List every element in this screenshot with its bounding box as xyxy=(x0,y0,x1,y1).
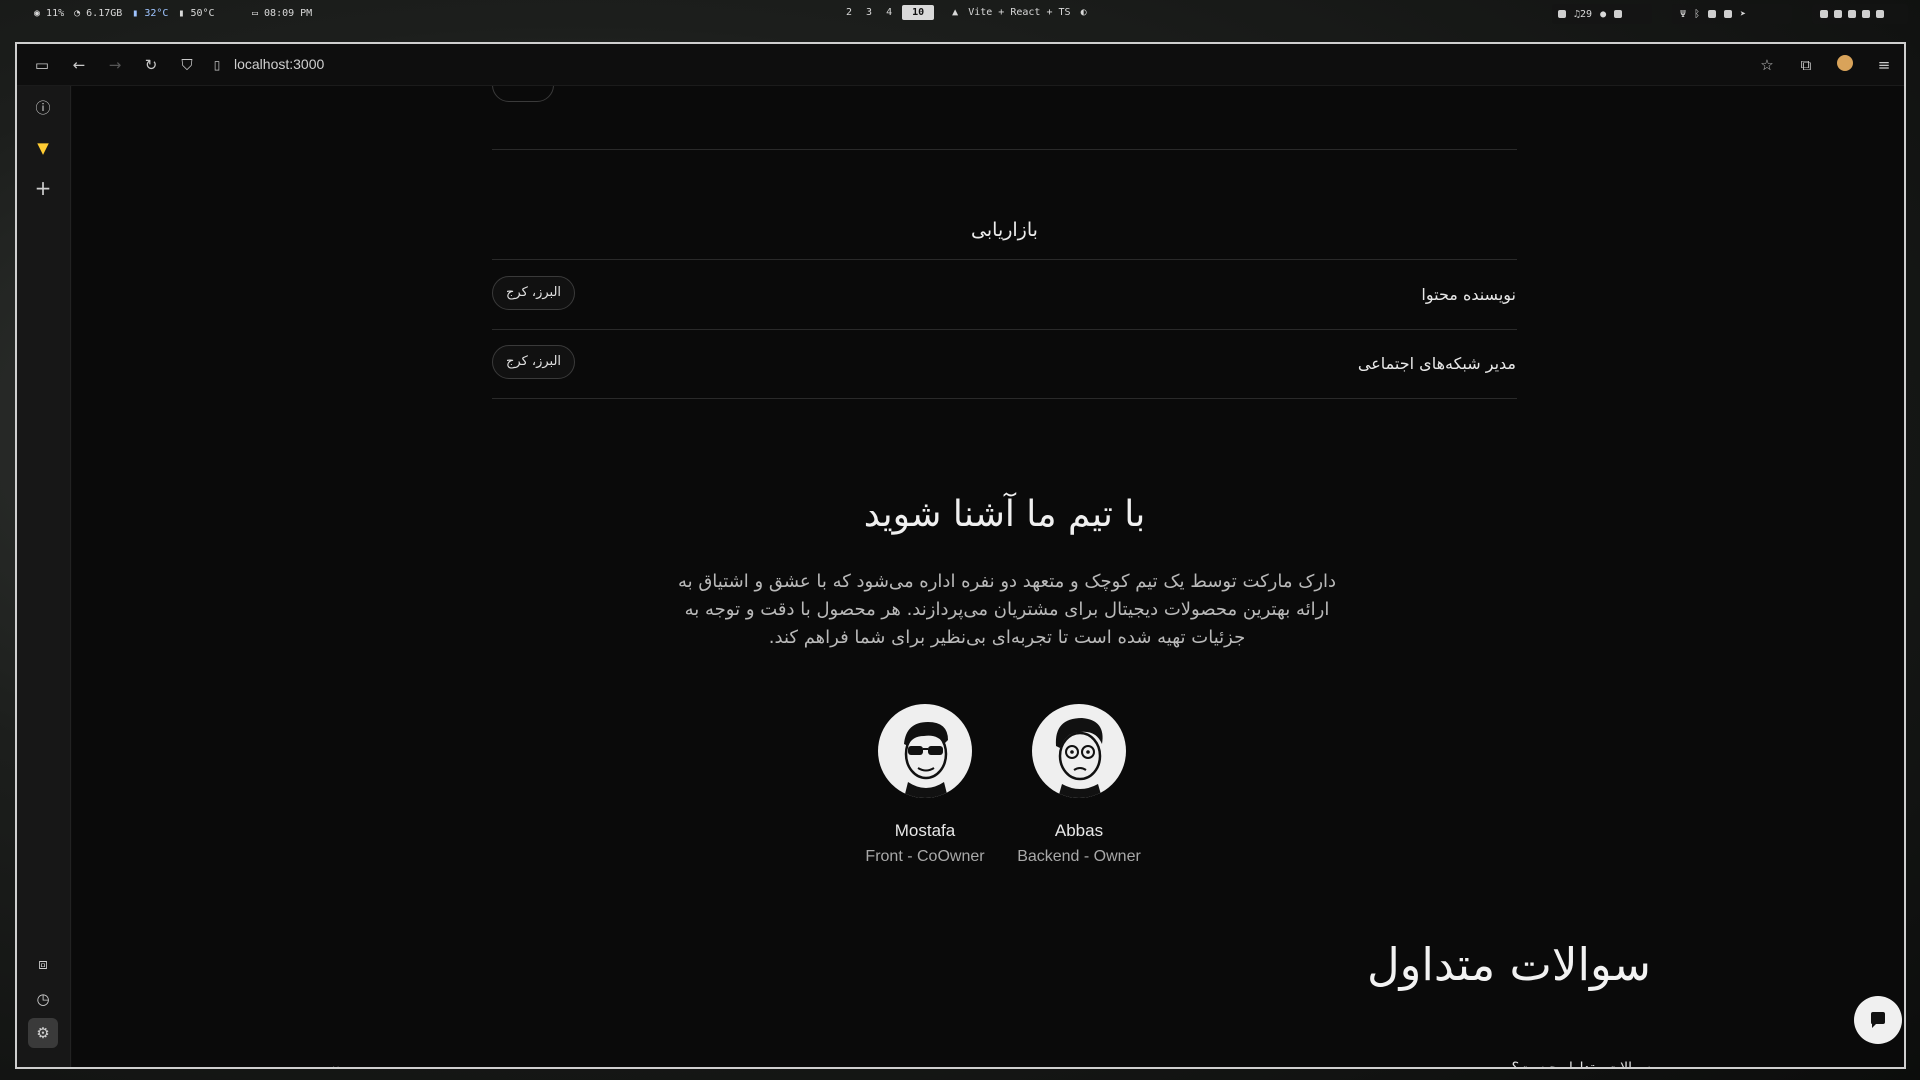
active-window-title: ▲ Vite + React + TS ◐ xyxy=(952,7,1087,18)
cpu-stat: ◉ 11% xyxy=(34,8,65,19)
workspace-3[interactable]: 3 xyxy=(862,5,876,20)
power-icon[interactable] xyxy=(1876,10,1884,18)
team-member-role: Front - CoOwner xyxy=(865,848,985,865)
clock-text: 08:09 PM xyxy=(264,8,313,19)
workspace-4[interactable]: 4 xyxy=(882,5,896,20)
sidebar-toggle-icon[interactable]: ▭ xyxy=(32,55,52,75)
divider xyxy=(492,149,1517,150)
shield-icon[interactable]: ⛉ xyxy=(177,55,197,75)
menu-icon[interactable]: ≡ xyxy=(1874,55,1894,75)
bookmark-star-icon[interactable]: ☆ xyxy=(1757,55,1777,75)
jobs-section-title: بازاریابی xyxy=(971,219,1038,241)
info-icon[interactable]: ⓘ xyxy=(31,96,55,120)
divider xyxy=(492,259,1517,260)
page-content: بازاریابی نویسنده محتوا البرز، کرج مدیر … xyxy=(72,86,1904,1069)
team-member-card: Abbas Backend - Owner xyxy=(1004,704,1154,866)
calendar-icon: ▭ xyxy=(252,8,259,19)
bluetooth-icon[interactable]: ᛒ xyxy=(1694,9,1700,20)
workspace-2[interactable]: 2 xyxy=(842,5,856,20)
job-location-button[interactable]: البرز، کرج xyxy=(492,345,576,379)
vite-icon[interactable]: ▼ xyxy=(31,136,55,160)
team-description-line: ارائه بهترین محصولات دیجیتال برای مشتریا… xyxy=(684,599,1330,620)
faq-question: سوالات متداول چیست؟ xyxy=(1511,1060,1651,1069)
reload-icon[interactable]: ↻ xyxy=(141,55,161,75)
sync-tabs-icon[interactable]: ⧈ xyxy=(31,952,55,976)
screen-icon[interactable] xyxy=(1558,10,1566,18)
team-description: دارک مارکت توسط یک تیم کوچک و متعهد دو ن… xyxy=(612,568,1402,652)
faq-title: سوالات متداول xyxy=(1366,938,1651,991)
system-stats: ◉ 11% ◔ 6.17GB ▮ 32°C ▮ 50°C xyxy=(34,8,215,19)
glasses-face-icon xyxy=(1032,704,1126,798)
chat-bubble-icon xyxy=(1871,1012,1885,1028)
telegram-icon[interactable]: ➤ xyxy=(1740,9,1746,20)
team-member-role: Backend - Owner xyxy=(1017,848,1141,865)
tray-icon-2[interactable] xyxy=(1834,10,1842,18)
keyboard-icon[interactable] xyxy=(1614,10,1623,18)
url-bar[interactable]: localhost:3000 xyxy=(234,56,324,72)
profile-avatar-icon[interactable] xyxy=(1835,55,1855,75)
forward-arrow-icon[interactable]: → xyxy=(105,55,125,75)
job-title-social-media-manager: مدیر شبکه‌های اجتماعی xyxy=(1357,354,1516,373)
tray-icon-3[interactable] xyxy=(1848,10,1856,18)
team-member-name: Abbas xyxy=(1054,821,1104,840)
team-member-card: Mostafa Front - CoOwner xyxy=(850,704,1000,866)
usb-icon[interactable]: Ψ xyxy=(1680,9,1686,20)
cpu-temp-stat: ▮ 32°C xyxy=(132,8,169,19)
browser-sidebar: ⓘ ▼ + ⧈ ◷ ⚙ xyxy=(17,86,71,1067)
job-title-content-writer: نویسنده محتوا xyxy=(1421,285,1516,304)
tray-status xyxy=(1812,4,1908,24)
chevron-down-icon[interactable]: ⌄ xyxy=(330,1058,342,1067)
tray-media: ♫29 ● xyxy=(1552,4,1652,24)
settings-gear-icon[interactable]: ⚙ xyxy=(28,1018,58,1048)
previous-location-tag[interactable] xyxy=(492,86,554,102)
cloud-icon[interactable] xyxy=(1724,10,1733,18)
back-arrow-icon[interactable]: ← xyxy=(69,55,89,75)
gpu-temp-stat: ▮ 50°C xyxy=(178,8,215,19)
sunglasses-face-icon xyxy=(878,704,972,798)
headphones-icon[interactable]: ♫29 xyxy=(1574,9,1592,20)
tray-icon-4[interactable] xyxy=(1862,10,1870,18)
browser-toolbar: ▭ ← → ↻ ⛉ ▯ localhost:3000 ☆ ⧉ ≡ xyxy=(17,44,1904,86)
tray-apps: Ψ ᛒ ➤ xyxy=(1672,4,1792,24)
team-description-line: دارک مارکت توسط یک تیم کوچک و متعهد دو ن… xyxy=(677,571,1337,592)
mic-icon[interactable]: ● xyxy=(1600,9,1606,20)
window-icon[interactable] xyxy=(1708,10,1717,18)
system-bar: ◉ 11% ◔ 6.17GB ▮ 32°C ▮ 50°C ▭ 08:09 PM … xyxy=(0,0,1920,28)
team-section-title: با تیم ما آشنا شوید xyxy=(863,494,1146,535)
add-panel-icon[interactable]: + xyxy=(31,176,55,200)
workspace-10[interactable]: 10 xyxy=(902,5,935,20)
page-icon: ▯ xyxy=(213,58,221,72)
extensions-icon[interactable]: ⧉ xyxy=(1796,55,1816,75)
chat-button[interactable] xyxy=(1854,996,1902,1044)
team-description-line: جزئیات تهیه شده است تا تجربه‌ای بی‌نظیر … xyxy=(768,627,1246,648)
clock: ▭ 08:09 PM xyxy=(252,8,312,19)
divider xyxy=(492,398,1517,399)
divider xyxy=(492,329,1517,330)
job-location-button[interactable]: البرز، کرج xyxy=(492,276,576,310)
history-icon[interactable]: ◷ xyxy=(31,987,55,1011)
browser-window: ▭ ← → ↻ ⛉ ▯ localhost:3000 ☆ ⧉ ≡ ⓘ ▼ + ⧈… xyxy=(15,42,1906,1069)
workspace-switcher: 2 3 4 10 ▲ Vite + React + TS ◐ xyxy=(842,5,1091,20)
memory-stat: ◔ 6.17GB xyxy=(74,8,123,19)
team-member-name: Mostafa xyxy=(894,821,956,840)
tray-icon-1[interactable] xyxy=(1820,10,1828,18)
